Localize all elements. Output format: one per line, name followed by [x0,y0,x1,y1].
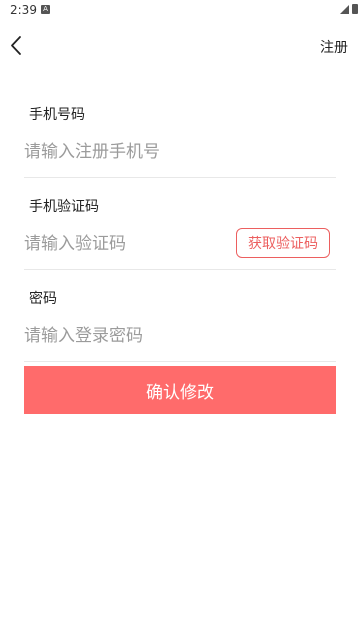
password-field-group: 密码 [24,288,336,362]
signal-icon [340,4,349,14]
notification-icon: A [41,5,50,14]
password-row [24,310,336,362]
password-input[interactable] [24,325,336,346]
battery-icon [352,4,358,14]
phone-input[interactable] [24,141,336,162]
status-time: 2:39 [10,3,37,17]
register-link[interactable]: 注册 [320,37,348,57]
phone-field-group: 手机号码 [24,104,336,178]
confirm-button[interactable]: 确认修改 [24,366,336,414]
password-label: 密码 [29,291,57,307]
status-icons [340,4,358,14]
chevron-left-icon [11,36,21,55]
get-code-button[interactable]: 获取验证码 [236,228,330,258]
phone-label: 手机号码 [29,107,85,123]
reset-password-form: 手机号码 手机验证码 获取验证码 密码 [24,96,336,362]
code-field-group: 手机验证码 获取验证码 [24,196,336,270]
status-bar: 2:39 A [0,0,360,20]
phone-row [24,126,336,178]
code-input[interactable] [24,233,224,254]
code-row: 获取验证码 [24,218,336,270]
app-bar: 注册 [0,26,360,66]
code-label: 手机验证码 [29,199,99,215]
back-button[interactable] [6,32,30,60]
